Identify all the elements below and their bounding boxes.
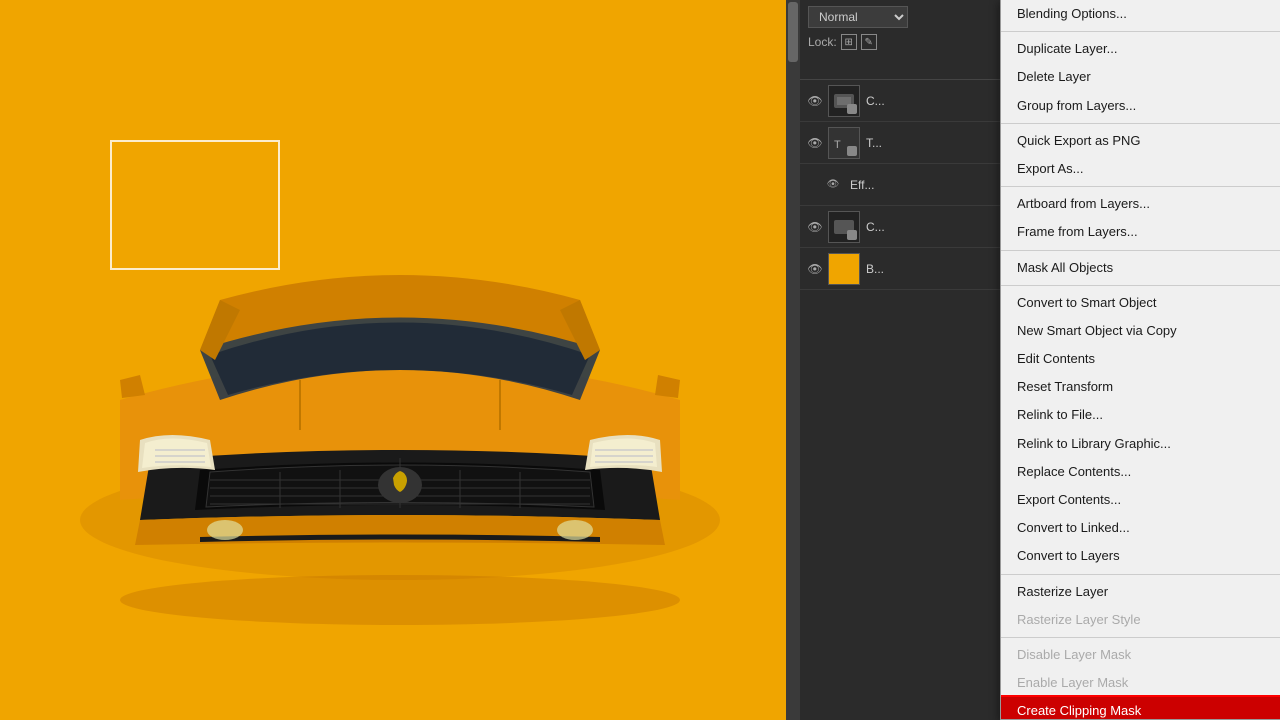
menu-item-enable-mask: Enable Layer Mask bbox=[1001, 669, 1280, 697]
lock-label: Lock: bbox=[808, 35, 837, 49]
menu-item-export-as[interactable]: Export As... bbox=[1001, 155, 1280, 183]
menu-separator bbox=[1001, 250, 1280, 251]
right-panel: Normal Lock: ⊞ ✎ 👁 C... 👁 T T... bbox=[800, 0, 1280, 720]
menu-item-reset-transform[interactable]: Reset Transform bbox=[1001, 373, 1280, 401]
layer-visibility-toggle[interactable]: 👁 bbox=[824, 176, 842, 194]
lock-icon-brush[interactable]: ✎ bbox=[861, 34, 877, 50]
menu-item-blending[interactable]: Blending Options... bbox=[1001, 0, 1280, 28]
menu-item-relink-library[interactable]: Relink to Library Graphic... bbox=[1001, 430, 1280, 458]
menu-separator bbox=[1001, 123, 1280, 124]
canvas-image bbox=[0, 0, 800, 720]
menu-item-artboard[interactable]: Artboard from Layers... bbox=[1001, 190, 1280, 218]
menu-item-frame[interactable]: Frame from Layers... bbox=[1001, 218, 1280, 246]
layer-name: C... bbox=[866, 220, 885, 234]
layer-visibility-toggle[interactable]: 👁 bbox=[806, 260, 824, 278]
layer-visibility-toggle[interactable]: 👁 bbox=[806, 134, 824, 152]
menu-item-mask-all[interactable]: Mask All Objects bbox=[1001, 254, 1280, 282]
context-menu: Blending Options... Duplicate Layer... D… bbox=[1000, 0, 1280, 720]
menu-item-export-contents[interactable]: Export Contents... bbox=[1001, 486, 1280, 514]
menu-item-disable-mask[interactable]: Disable Layer Mask bbox=[1001, 641, 1280, 669]
canvas-area bbox=[0, 0, 800, 720]
layer-thumbnail bbox=[828, 85, 860, 117]
layer-visibility-toggle[interactable]: 👁 bbox=[806, 218, 824, 236]
layer-name: B... bbox=[866, 262, 884, 276]
menu-item-delete[interactable]: Delete Layer bbox=[1001, 63, 1280, 91]
svg-text:T: T bbox=[834, 139, 841, 151]
layer-name: C... bbox=[866, 94, 885, 108]
menu-item-duplicate[interactable]: Duplicate Layer... bbox=[1001, 35, 1280, 63]
menu-item-new-smart-copy[interactable]: New Smart Object via Copy bbox=[1001, 317, 1280, 345]
layer-thumbnail bbox=[828, 211, 860, 243]
menu-item-replace-contents[interactable]: Replace Contents... bbox=[1001, 458, 1280, 486]
menu-item-group[interactable]: Group from Layers... bbox=[1001, 92, 1280, 120]
menu-item-edit-contents[interactable]: Edit Contents bbox=[1001, 345, 1280, 373]
menu-separator bbox=[1001, 31, 1280, 32]
menu-item-create-clipping[interactable]: Create Clipping Mask bbox=[1001, 697, 1280, 720]
layer-visibility-toggle[interactable]: 👁 bbox=[806, 92, 824, 110]
layer-name: Eff... bbox=[850, 178, 874, 192]
menu-item-convert-smart[interactable]: Convert to Smart Object bbox=[1001, 289, 1280, 317]
menu-item-rasterize-style[interactable]: Rasterize Layer Style bbox=[1001, 606, 1280, 634]
menu-item-rasterize[interactable]: Rasterize Layer bbox=[1001, 578, 1280, 606]
menu-separator bbox=[1001, 186, 1280, 187]
menu-separator bbox=[1001, 574, 1280, 575]
blend-mode-dropdown[interactable]: Normal bbox=[808, 6, 908, 28]
menu-item-convert-layers[interactable]: Convert to Layers bbox=[1001, 542, 1280, 570]
menu-item-quick-export[interactable]: Quick Export as PNG bbox=[1001, 127, 1280, 155]
menu-item-convert-linked[interactable]: Convert to Linked... bbox=[1001, 514, 1280, 542]
canvas-scrollbar-thumb[interactable] bbox=[788, 2, 798, 62]
layer-thumbnail bbox=[828, 253, 860, 285]
lock-icon-grid[interactable]: ⊞ bbox=[841, 34, 857, 50]
layer-name: T... bbox=[866, 136, 882, 150]
layer-thumbnail: T bbox=[828, 127, 860, 159]
menu-separator bbox=[1001, 285, 1280, 286]
menu-separator bbox=[1001, 637, 1280, 638]
canvas-scrollbar[interactable] bbox=[786, 0, 800, 720]
menu-item-relink-file[interactable]: Relink to File... bbox=[1001, 401, 1280, 429]
